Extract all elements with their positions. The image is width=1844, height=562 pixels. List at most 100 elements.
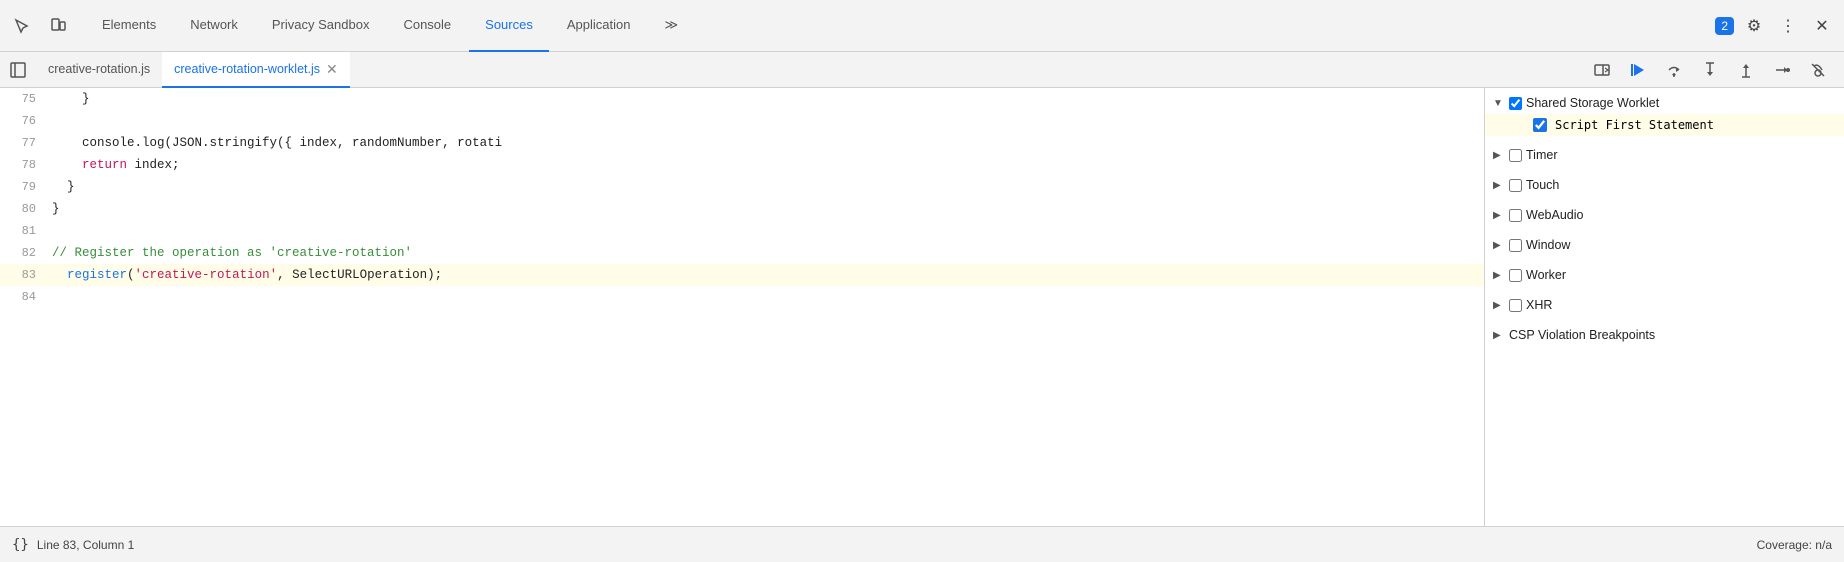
- code-line-79: 79 }: [0, 176, 1484, 198]
- worker-header[interactable]: ▶ Worker: [1485, 264, 1844, 286]
- line-content: return index;: [48, 154, 180, 176]
- devtools-right-icons: 2 ⚙ ⋮ ✕: [1715, 12, 1836, 40]
- line-number: 80: [0, 198, 48, 220]
- line-number: 78: [0, 154, 48, 176]
- window-label: Window: [1526, 238, 1570, 252]
- tab-more[interactable]: ≫: [648, 0, 694, 52]
- settings-icon[interactable]: ⚙: [1740, 12, 1768, 40]
- devtools-tab-bar: Elements Network Privacy Sandbox Console…: [0, 0, 1844, 52]
- webaudio-section: ▶ WebAudio: [1485, 200, 1844, 230]
- shared-storage-worklet-header[interactable]: ▼ Shared Storage Worklet: [1485, 92, 1844, 114]
- csp-header[interactable]: ▶ CSP Violation Breakpoints: [1485, 324, 1844, 346]
- sidebar-toggle-icon[interactable]: [4, 56, 32, 84]
- chevron-right-icon: ▶: [1493, 300, 1505, 311]
- code-line-75: 75 }: [0, 88, 1484, 110]
- step-over-button[interactable]: [1660, 56, 1688, 84]
- code-line-80: 80 }: [0, 198, 1484, 220]
- xhr-section: ▶ XHR: [1485, 290, 1844, 320]
- code-line-77: 77 console.log(JSON.stringify({ index, r…: [0, 132, 1484, 154]
- more-options-icon[interactable]: ⋮: [1774, 12, 1802, 40]
- line-content: }: [48, 198, 60, 220]
- script-first-statement-item[interactable]: Script First Statement: [1485, 114, 1844, 136]
- line-number: 75: [0, 88, 48, 110]
- webaudio-header[interactable]: ▶ WebAudio: [1485, 204, 1844, 226]
- deactivate-breakpoints-button[interactable]: [1804, 56, 1832, 84]
- notification-badge[interactable]: 2: [1715, 17, 1734, 35]
- line-content: }: [48, 88, 90, 110]
- step-out-button[interactable]: [1732, 56, 1760, 84]
- xhr-header[interactable]: ▶ XHR: [1485, 294, 1844, 316]
- code-line-81: 81: [0, 220, 1484, 242]
- chevron-right-icon: ▶: [1493, 330, 1505, 341]
- step-button[interactable]: [1768, 56, 1796, 84]
- code-line-83: 83 register('creative-rotation', SelectU…: [0, 264, 1484, 286]
- tab-privacy-sandbox[interactable]: Privacy Sandbox: [256, 0, 386, 52]
- tab-network[interactable]: Network: [174, 0, 254, 52]
- line-content: console.log(JSON.stringify({ index, rand…: [48, 132, 502, 154]
- script-first-statement-label: Script First Statement: [1555, 118, 1714, 132]
- pretty-print-icon[interactable]: {}: [12, 537, 29, 553]
- xhr-label: XHR: [1526, 298, 1552, 312]
- tab-application[interactable]: Application: [551, 0, 647, 52]
- step-into-button[interactable]: [1696, 56, 1724, 84]
- code-line-84: 84: [0, 286, 1484, 308]
- touch-header[interactable]: ▶ Touch: [1485, 174, 1844, 196]
- file-tab-creative-rotation-worklet[interactable]: creative-rotation-worklet.js ✕: [162, 52, 350, 88]
- line-number: 79: [0, 176, 48, 198]
- device-mode-icon[interactable]: [44, 12, 72, 40]
- chevron-right-icon: ▶: [1493, 180, 1505, 191]
- file-tab-close-icon[interactable]: ✕: [326, 62, 338, 76]
- file-tabs-bar: creative-rotation.js creative-rotation-w…: [0, 52, 1844, 88]
- timer-header[interactable]: ▶ Timer: [1485, 144, 1844, 166]
- timer-label: Timer: [1526, 148, 1557, 162]
- touch-checkbox[interactable]: [1509, 179, 1522, 192]
- right-panel: ▼ Shared Storage Worklet Script First St…: [1484, 88, 1844, 526]
- webaudio-label: WebAudio: [1526, 208, 1583, 222]
- line-number: 84: [0, 286, 48, 308]
- worker-section: ▶ Worker: [1485, 260, 1844, 290]
- shared-storage-worklet-checkbox[interactable]: [1509, 97, 1522, 110]
- code-line-76: 76: [0, 110, 1484, 132]
- status-right: Coverage: n/a: [1757, 538, 1832, 552]
- file-tab-creative-rotation[interactable]: creative-rotation.js: [36, 52, 162, 88]
- status-left: {} Line 83, Column 1: [12, 537, 134, 553]
- toggle-panel-icon[interactable]: [1588, 56, 1616, 84]
- main-content: 75 } 76 77 console.log(JSON.stringify({ …: [0, 88, 1844, 526]
- window-header[interactable]: ▶ Window: [1485, 234, 1844, 256]
- window-checkbox[interactable]: [1509, 239, 1522, 252]
- code-line-82: 82 // Register the operation as 'creativ…: [0, 242, 1484, 264]
- line-number: 77: [0, 132, 48, 154]
- timer-section: ▶ Timer: [1485, 140, 1844, 170]
- select-element-icon[interactable]: [8, 12, 36, 40]
- chevron-right-icon: ▶: [1493, 210, 1505, 221]
- window-section: ▶ Window: [1485, 230, 1844, 260]
- chevron-right-icon: ▶: [1493, 240, 1505, 251]
- worker-checkbox[interactable]: [1509, 269, 1522, 282]
- chevron-right-icon: ▶: [1493, 150, 1505, 161]
- shared-storage-worklet-label: Shared Storage Worklet: [1526, 96, 1659, 110]
- file-tab-right-controls: [1588, 56, 1840, 84]
- file-tab-active-label: creative-rotation-worklet.js: [174, 62, 320, 76]
- close-devtools-icon[interactable]: ✕: [1808, 12, 1836, 40]
- timer-checkbox[interactable]: [1509, 149, 1522, 162]
- touch-label: Touch: [1526, 178, 1559, 192]
- tab-sources[interactable]: Sources: [469, 0, 549, 52]
- line-content: }: [48, 176, 75, 198]
- csp-section: ▶ CSP Violation Breakpoints: [1485, 320, 1844, 350]
- worker-label: Worker: [1526, 268, 1566, 282]
- line-number: 83: [0, 264, 48, 286]
- tab-console[interactable]: Console: [387, 0, 467, 52]
- tab-elements[interactable]: Elements: [86, 0, 172, 52]
- code-editor[interactable]: 75 } 76 77 console.log(JSON.stringify({ …: [0, 88, 1484, 526]
- webaudio-checkbox[interactable]: [1509, 209, 1522, 222]
- resume-button[interactable]: [1624, 56, 1652, 84]
- code-line-78: 78 return index;: [0, 154, 1484, 176]
- line-number: 82: [0, 242, 48, 264]
- script-first-statement-checkbox[interactable]: [1533, 118, 1547, 132]
- chevron-down-icon: ▼: [1493, 98, 1505, 109]
- xhr-checkbox[interactable]: [1509, 299, 1522, 312]
- file-tab-label: creative-rotation.js: [48, 62, 150, 76]
- code-lines: 75 } 76 77 console.log(JSON.stringify({ …: [0, 88, 1484, 308]
- line-content: // Register the operation as 'creative-r…: [48, 242, 412, 264]
- status-bar: {} Line 83, Column 1 Coverage: n/a: [0, 526, 1844, 562]
